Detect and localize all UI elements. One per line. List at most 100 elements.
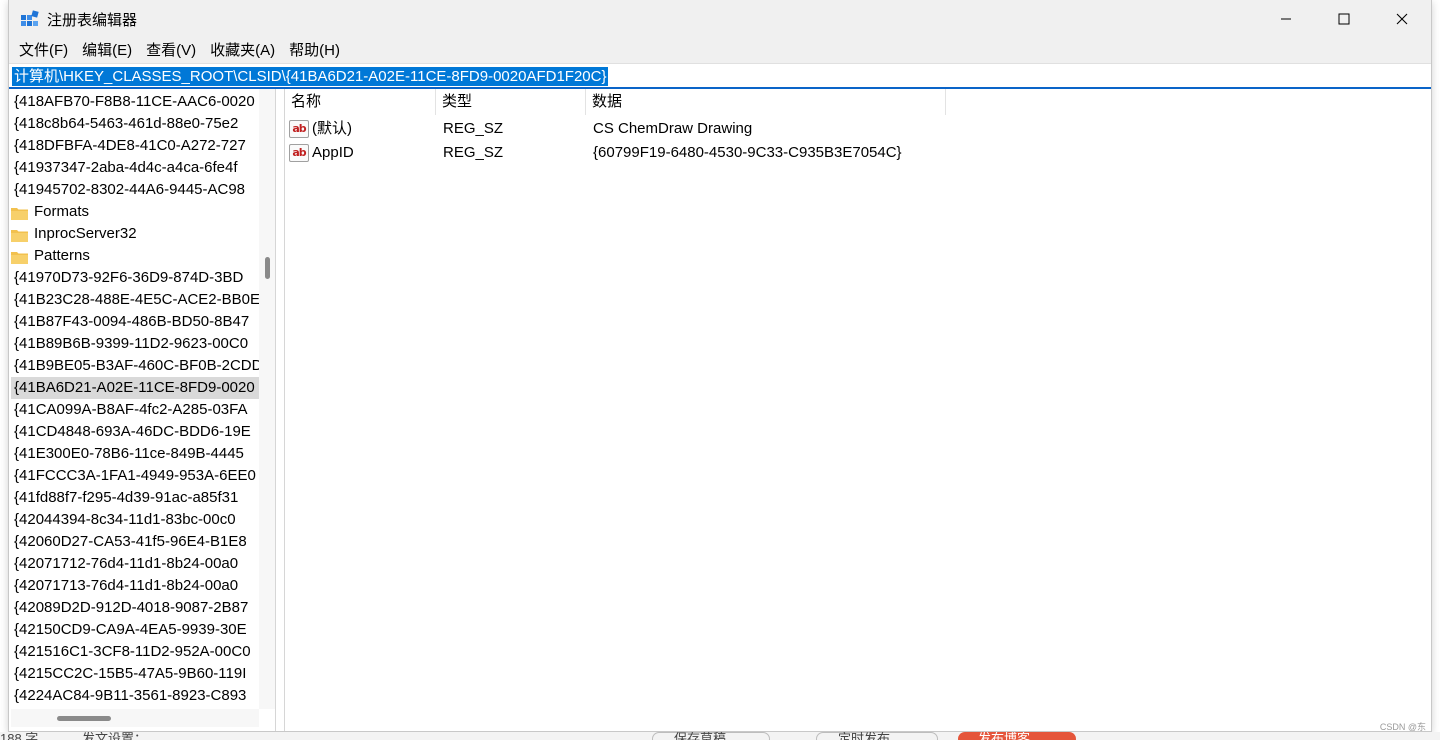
tree-item-label: {41CD4848-693A-46DC-BDD6-19E [14,423,251,440]
tree-item-label: {42044394-8c34-11d1-83bc-00c0 [14,511,236,528]
tree-key-item[interactable]: {42044394-8c34-11d1-83bc-00c0 [11,509,259,531]
tree-horizontal-scrollbar[interactable] [11,709,259,727]
menu-view[interactable]: 查看(V) [139,38,203,63]
value-row[interactable]: ab AppID REG_SZ {60799F19-6480-4530-9C33… [285,141,985,165]
value-type: REG_SZ [443,120,504,137]
tree-folder-item[interactable]: Formats [11,201,259,223]
tree-key-item[interactable]: {418AFB70-F8B8-11CE-AAC6-0020 [11,91,259,113]
value-data: {60799F19-6480-4530-9C33-C935B3E7054C} [593,144,902,161]
registry-editor-window: 注册表编辑器 文件(F) 编辑(E) 查看(V) 收藏夹(A) 帮助(H) 计算… [8,0,1432,732]
tree-key-item[interactable]: {42089D2D-912D-4018-9087-2B87 [11,597,259,619]
tree-key-item[interactable]: {41FCCC3A-1FA1-4949-953A-6EE0 [11,465,259,487]
publish-blog-label: 发布博客 [978,732,1031,740]
title-bar[interactable]: 注册表编辑器 [9,0,1431,38]
tree-item-label: {41B23C28-488E-4E5C-ACE2-BB0E [14,291,259,308]
menu-bar: 文件(F) 编辑(E) 查看(V) 收藏夹(A) 帮助(H) [9,38,1431,63]
tree-key-item[interactable]: {42071713-76d4-11d1-8b24-00a0 [11,575,259,597]
tree-item-label: Patterns [34,247,90,264]
window-title: 注册表编辑器 [47,11,138,29]
string-value-icon: ab [289,144,309,162]
folder-icon [11,205,28,220]
maximize-button[interactable] [1315,0,1373,38]
word-count: 188 字 [0,732,39,740]
tree-item-label: {421516C1-3CF8-11D2-952A-00C0 [14,643,251,660]
tree-item-label: {41E300E0-78B6-11ce-849B-4445 [14,445,244,462]
tree-item-label: {42071713-76d4-11d1-8b24-00a0 [14,577,239,594]
tree-key-item[interactable]: {41B89B6B-9399-11D2-9623-00C0 [11,333,259,355]
tree-key-item[interactable]: {41CA099A-B8AF-4fc2-A285-03FA [11,399,259,421]
tree-key-item[interactable]: {418c8b64-5463-461d-88e0-75e2 [11,113,259,135]
tree-key-item[interactable]: {41E300E0-78B6-11ce-849B-4445 [11,443,259,465]
tree-item-label: {41FCCC3A-1FA1-4949-953A-6EE0 [14,467,256,484]
tree-item-label: {41fd88f7-f295-4d39-91ac-a85f31 [14,489,239,506]
tree-key-item[interactable]: {41CD4848-693A-46DC-BDD6-19E [11,421,259,443]
tree-key-item[interactable]: {41BA6D21-A02E-11CE-8FD9-0020 [11,377,259,399]
tree-key-item[interactable]: {41970D73-92F6-36D9-874D-3BD [11,267,259,289]
folder-icon [11,227,28,242]
tree-key-item[interactable]: {4224AC84-9B11-3561-8923-C893 [11,685,259,707]
value-name: (默认) [312,120,352,137]
tree-item-label: {42071712-76d4-11d1-8b24-00a0 [14,555,239,572]
tree-key-item[interactable]: {418DFBFA-4DE8-41C0-A272-727 [11,135,259,157]
menu-edit[interactable]: 编辑(E) [75,38,139,63]
tree-item-label: {42060D27-CA53-41f5-96E4-B1E8 [14,533,247,550]
tree-item-label: Formats [34,203,90,220]
minimize-button[interactable] [1257,0,1315,38]
value-type: REG_SZ [443,144,504,161]
tree-item-label: {42150CD9-CA9A-4EA5-9939-30E [14,621,247,638]
tree-item-label: {41937347-2aba-4d4c-a4ca-6fe4f [14,159,238,176]
tree-vertical-scroll-thumb[interactable] [265,257,270,279]
maximize-icon [1338,13,1350,25]
tree-key-item[interactable]: {41937347-2aba-4d4c-a4ca-6fe4f [11,157,259,179]
tree-item-label: {41B87F43-0094-486B-BD50-8B47 [14,313,250,330]
minimize-icon [1281,18,1291,20]
tree-key-item[interactable]: {41B23C28-488E-4E5C-ACE2-BB0E [11,289,259,311]
folder-icon [11,249,28,264]
publish-settings-label: 发文设置： [82,732,148,740]
values-pane[interactable]: 名称 类型 数据 ab (默认) REG_SZ CS ChemDraw Draw… [284,89,1431,731]
value-name: AppID [312,144,354,161]
tree-item-label: {418AFB70-F8B8-11CE-AAC6-0020 [14,93,255,110]
tree-item-label: {42089D2D-912D-4018-9087-2B87 [14,599,249,616]
tree-key-item[interactable]: {4215CC2C-15B5-47A5-9B60-119I [11,663,259,685]
tree-key-item[interactable]: {41fd88f7-f295-4d39-91ac-a85f31 [11,487,259,509]
tree-horizontal-scroll-thumb[interactable] [57,716,111,721]
menu-help[interactable]: 帮助(H) [282,38,347,63]
tree-item-label: {41B9BE05-B3AF-460C-BF0B-2CDD [14,357,259,374]
column-header-type[interactable]: 类型 [436,89,586,115]
tree-item-label: {41CA099A-B8AF-4fc2-A285-03FA [14,401,248,418]
tree-key-item[interactable]: {41B9BE05-B3AF-460C-BF0B-2CDD [11,355,259,377]
address-bar[interactable]: 计算机\HKEY_CLASSES_ROOT\CLSID\{41BA6D21-A0… [9,63,1431,88]
key-tree-pane[interactable]: {418AFB70-F8B8-11CE-AAC6-0020 {418c8b64-5… [11,89,276,731]
column-header-data[interactable]: 数据 [586,89,946,115]
tree-key-item[interactable]: {41B87F43-0094-486B-BD50-8B47 [11,311,259,333]
tree-item-label: InprocServer32 [34,225,137,242]
menu-file[interactable]: 文件(F) [12,38,75,63]
tree-folder-item[interactable]: Patterns [11,245,259,267]
close-button[interactable] [1373,0,1431,38]
tree-key-item[interactable]: {42071712-76d4-11d1-8b24-00a0 [11,553,259,575]
column-header-name[interactable]: 名称 [285,89,436,115]
main-content: {418AFB70-F8B8-11CE-AAC6-0020 {418c8b64-5… [9,89,1431,731]
tree-key-item[interactable]: {42150CD9-CA9A-4EA5-9939-30E [11,619,259,641]
tree-key-item[interactable]: {42060D27-CA53-41f5-96E4-B1E8 [11,531,259,553]
tree-item-label: {4224AC84-9B11-3561-8923-C893 [14,687,247,704]
address-path[interactable]: 计算机\HKEY_CLASSES_ROOT\CLSID\{41BA6D21-A0… [12,66,609,86]
close-icon [1396,13,1408,25]
background-page-strip: 188 字 发文设置： 保存草稿 定时发布 发布博客 [0,732,1440,740]
string-value-icon: ab [289,120,309,138]
value-row[interactable]: ab (默认) REG_SZ CS ChemDraw Drawing [285,117,985,141]
tree-item-label: {4215CC2C-15B5-47A5-9B60-119I [14,665,247,682]
value-data: CS ChemDraw Drawing [593,120,753,137]
value-name-cell: ab AppID [289,141,354,165]
tree-key-item[interactable]: {41945702-8302-44A6-9445-AC98 [11,179,259,201]
tree-key-item[interactable]: {421516C1-3CF8-11D2-952A-00C0 [11,641,259,663]
tree-item-label: {418c8b64-5463-461d-88e0-75e2 [14,115,239,132]
tree-vertical-scrollbar[interactable] [259,89,275,709]
tree-item-label: {41BA6D21-A02E-11CE-8FD9-0020 [14,379,255,396]
key-tree-list: {418AFB70-F8B8-11CE-AAC6-0020 {418c8b64-5… [11,91,259,707]
schedule-publish-label: 定时发布 [838,732,891,740]
save-draft-label: 保存草稿 [674,732,727,740]
tree-folder-item[interactable]: InprocServer32 [11,223,259,245]
menu-favorites[interactable]: 收藏夹(A) [203,38,282,63]
